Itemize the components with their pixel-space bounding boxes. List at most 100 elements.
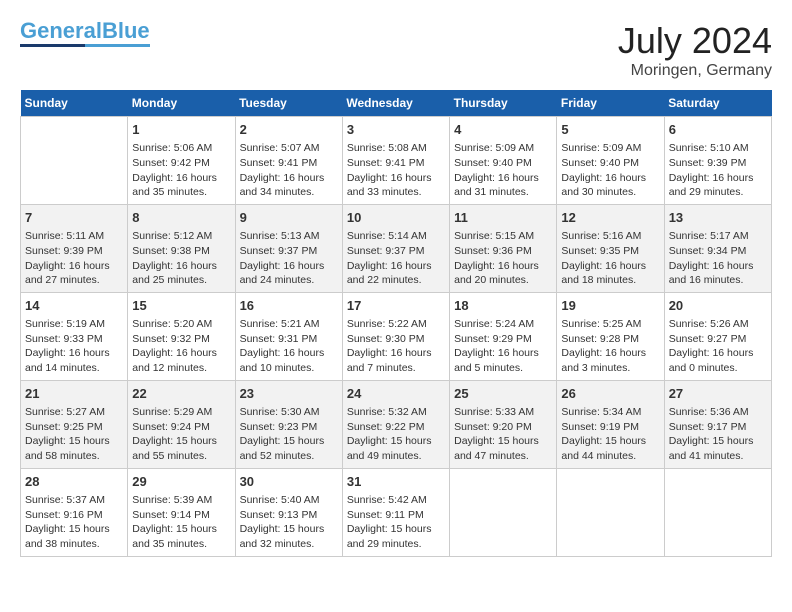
day-number: 19: [561, 297, 659, 315]
calendar-cell: [450, 468, 557, 556]
col-header-monday: Monday: [128, 90, 235, 117]
calendar-week-row: 1Sunrise: 5:06 AM Sunset: 9:42 PM Daylig…: [21, 117, 772, 205]
day-number: 16: [240, 297, 338, 315]
day-number: 28: [25, 473, 123, 491]
calendar-cell: [21, 117, 128, 205]
col-header-friday: Friday: [557, 90, 664, 117]
calendar-cell: 27 Sunrise: 5:36 AM Sunset: 9:17 PM Dayli…: [664, 380, 771, 468]
calendar-week-row: 7 Sunrise: 5:11 AM Sunset: 9:39 PM Daylig…: [21, 204, 772, 292]
day-info: Sunrise: 5:29 AM Sunset: 9:24 PM Dayligh…: [132, 405, 230, 464]
day-number: 26: [561, 385, 659, 403]
day-info: Sunrise: 5:06 AM Sunset: 9:42 PM Dayligh…: [132, 141, 230, 200]
calendar-cell: 29Sunrise: 5:39 AM Sunset: 9:14 PM Dayli…: [128, 468, 235, 556]
day-info: Sunrise: 5:09 AM Sunset: 9:40 PM Dayligh…: [561, 141, 659, 200]
calendar-cell: 6 Sunrise: 5:10 AM Sunset: 9:39 PM Daylig…: [664, 117, 771, 205]
col-header-sunday: Sunday: [21, 90, 128, 117]
calendar-week-row: 21 Sunrise: 5:27 AM Sunset: 9:25 PM Dayli…: [21, 380, 772, 468]
calendar-cell: 3 Sunrise: 5:08 AM Sunset: 9:41 PM Daylig…: [342, 117, 449, 205]
day-info: Sunrise: 5:25 AM Sunset: 9:28 PM Dayligh…: [561, 317, 659, 376]
calendar-cell: 5Sunrise: 5:09 AM Sunset: 9:40 PM Daylig…: [557, 117, 664, 205]
title-block: July 2024 Moringen, Germany: [618, 20, 772, 80]
location-subtitle: Moringen, Germany: [618, 62, 772, 80]
calendar-cell: 8 Sunrise: 5:12 AM Sunset: 9:38 PM Daylig…: [128, 204, 235, 292]
calendar-cell: 11Sunrise: 5:15 AM Sunset: 9:36 PM Dayli…: [450, 204, 557, 292]
calendar-cell: 24 Sunrise: 5:32 AM Sunset: 9:22 PM Dayli…: [342, 380, 449, 468]
calendar-cell: 21 Sunrise: 5:27 AM Sunset: 9:25 PM Dayli…: [21, 380, 128, 468]
calendar-cell: 20 Sunrise: 5:26 AM Sunset: 9:27 PM Dayli…: [664, 292, 771, 380]
calendar-cell: 15 Sunrise: 5:20 AM Sunset: 9:32 PM Dayli…: [128, 292, 235, 380]
day-info: Sunrise: 5:24 AM Sunset: 9:29 PM Dayligh…: [454, 317, 552, 376]
day-number: 17: [347, 297, 445, 315]
day-number: 21: [25, 385, 123, 403]
day-number: 20: [669, 297, 767, 315]
col-header-wednesday: Wednesday: [342, 90, 449, 117]
calendar-table: SundayMondayTuesdayWednesdayThursdayFrid…: [20, 90, 772, 557]
calendar-cell: 7 Sunrise: 5:11 AM Sunset: 9:39 PM Daylig…: [21, 204, 128, 292]
day-number: 22: [132, 385, 230, 403]
logo: GeneralBlue: [20, 20, 150, 47]
day-number: 27: [669, 385, 767, 403]
calendar-cell: 31 Sunrise: 5:42 AM Sunset: 9:11 PM Dayli…: [342, 468, 449, 556]
day-info: Sunrise: 5:07 AM Sunset: 9:41 PM Dayligh…: [240, 141, 338, 200]
calendar-cell: 17Sunrise: 5:22 AM Sunset: 9:30 PM Dayli…: [342, 292, 449, 380]
day-number: 7: [25, 209, 123, 227]
day-number: 25: [454, 385, 552, 403]
day-number: 24: [347, 385, 445, 403]
day-number: 30: [240, 473, 338, 491]
calendar-week-row: 14Sunrise: 5:19 AM Sunset: 9:33 PM Dayli…: [21, 292, 772, 380]
day-number: 15: [132, 297, 230, 315]
day-number: 18: [454, 297, 552, 315]
logo-underline: [20, 44, 150, 47]
calendar-cell: 16 Sunrise: 5:21 AM Sunset: 9:31 PM Dayli…: [235, 292, 342, 380]
day-info: Sunrise: 5:10 AM Sunset: 9:39 PM Dayligh…: [669, 141, 767, 200]
calendar-cell: 14Sunrise: 5:19 AM Sunset: 9:33 PM Dayli…: [21, 292, 128, 380]
day-number: 31: [347, 473, 445, 491]
day-info: Sunrise: 5:11 AM Sunset: 9:39 PM Dayligh…: [25, 229, 123, 288]
day-number: 13: [669, 209, 767, 227]
day-number: 6: [669, 121, 767, 139]
day-info: Sunrise: 5:32 AM Sunset: 9:22 PM Dayligh…: [347, 405, 445, 464]
page-header: GeneralBlue July 2024 Moringen, Germany: [20, 20, 772, 80]
day-info: Sunrise: 5:36 AM Sunset: 9:17 PM Dayligh…: [669, 405, 767, 464]
day-info: Sunrise: 5:30 AM Sunset: 9:23 PM Dayligh…: [240, 405, 338, 464]
day-info: Sunrise: 5:26 AM Sunset: 9:27 PM Dayligh…: [669, 317, 767, 376]
day-info: Sunrise: 5:39 AM Sunset: 9:14 PM Dayligh…: [132, 493, 230, 552]
day-info: Sunrise: 5:12 AM Sunset: 9:38 PM Dayligh…: [132, 229, 230, 288]
calendar-header-row: SundayMondayTuesdayWednesdayThursdayFrid…: [21, 90, 772, 117]
day-number: 23: [240, 385, 338, 403]
calendar-cell: 28 Sunrise: 5:37 AM Sunset: 9:16 PM Dayli…: [21, 468, 128, 556]
calendar-cell: 26 Sunrise: 5:34 AM Sunset: 9:19 PM Dayli…: [557, 380, 664, 468]
calendar-cell: 23 Sunrise: 5:30 AM Sunset: 9:23 PM Dayli…: [235, 380, 342, 468]
calendar-cell: 13Sunrise: 5:17 AM Sunset: 9:34 PM Dayli…: [664, 204, 771, 292]
day-number: 10: [347, 209, 445, 227]
calendar-cell: 25 Sunrise: 5:33 AM Sunset: 9:20 PM Dayli…: [450, 380, 557, 468]
day-number: 3: [347, 121, 445, 139]
logo-text: GeneralBlue: [20, 20, 150, 42]
day-info: Sunrise: 5:27 AM Sunset: 9:25 PM Dayligh…: [25, 405, 123, 464]
calendar-cell: 19 Sunrise: 5:25 AM Sunset: 9:28 PM Dayli…: [557, 292, 664, 380]
calendar-cell: 10Sunrise: 5:14 AM Sunset: 9:37 PM Dayli…: [342, 204, 449, 292]
day-info: Sunrise: 5:19 AM Sunset: 9:33 PM Dayligh…: [25, 317, 123, 376]
col-header-saturday: Saturday: [664, 90, 771, 117]
day-info: Sunrise: 5:20 AM Sunset: 9:32 PM Dayligh…: [132, 317, 230, 376]
calendar-cell: 30 Sunrise: 5:40 AM Sunset: 9:13 PM Dayli…: [235, 468, 342, 556]
day-number: 8: [132, 209, 230, 227]
calendar-cell: 2Sunrise: 5:07 AM Sunset: 9:41 PM Daylig…: [235, 117, 342, 205]
day-info: Sunrise: 5:21 AM Sunset: 9:31 PM Dayligh…: [240, 317, 338, 376]
day-info: Sunrise: 5:08 AM Sunset: 9:41 PM Dayligh…: [347, 141, 445, 200]
logo-blue: Blue: [102, 18, 150, 43]
day-info: Sunrise: 5:33 AM Sunset: 9:20 PM Dayligh…: [454, 405, 552, 464]
day-info: Sunrise: 5:37 AM Sunset: 9:16 PM Dayligh…: [25, 493, 123, 552]
calendar-cell: [557, 468, 664, 556]
day-number: 9: [240, 209, 338, 227]
calendar-cell: 12Sunrise: 5:16 AM Sunset: 9:35 PM Dayli…: [557, 204, 664, 292]
day-info: Sunrise: 5:34 AM Sunset: 9:19 PM Dayligh…: [561, 405, 659, 464]
calendar-cell: 22 Sunrise: 5:29 AM Sunset: 9:24 PM Dayli…: [128, 380, 235, 468]
day-number: 11: [454, 209, 552, 227]
calendar-week-row: 28 Sunrise: 5:37 AM Sunset: 9:16 PM Dayli…: [21, 468, 772, 556]
day-info: Sunrise: 5:40 AM Sunset: 9:13 PM Dayligh…: [240, 493, 338, 552]
month-year-title: July 2024: [618, 20, 772, 62]
day-info: Sunrise: 5:16 AM Sunset: 9:35 PM Dayligh…: [561, 229, 659, 288]
day-info: Sunrise: 5:42 AM Sunset: 9:11 PM Dayligh…: [347, 493, 445, 552]
day-number: 4: [454, 121, 552, 139]
